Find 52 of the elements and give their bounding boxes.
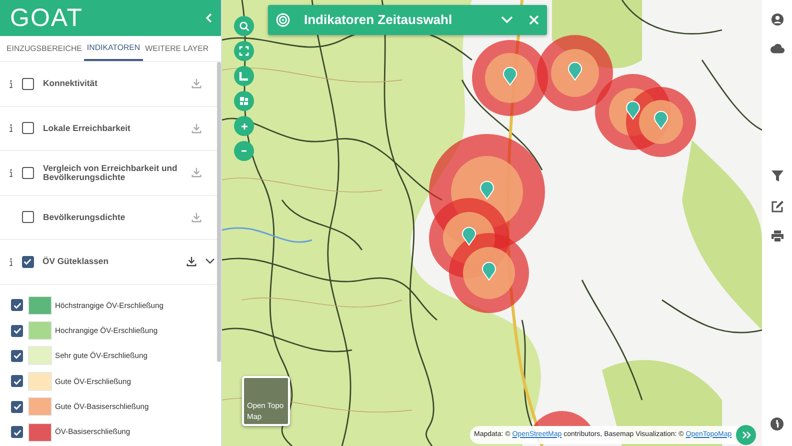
fullscreen-button[interactable]: [234, 41, 254, 61]
map-pin[interactable]: [503, 66, 517, 86]
checkbox[interactable]: [11, 426, 23, 438]
layer-label: Bevölkerungsdichte: [43, 212, 126, 222]
edit-icon[interactable]: [769, 198, 785, 214]
catchment-area[interactable]: [626, 87, 696, 157]
map-pin[interactable]: [462, 226, 476, 246]
checkbox[interactable]: [11, 299, 23, 312]
layer-label: Konnektivität: [43, 79, 98, 88]
layer-label: Vergleich von Erreichbarkeit und Bevölkerungsdichte: [43, 164, 178, 182]
double-chevron-icon[interactable]: [742, 431, 750, 440]
checkbox[interactable]: [11, 324, 23, 337]
filter-icon[interactable]: [769, 168, 785, 184]
map-pin[interactable]: [626, 100, 640, 120]
grid-icon[interactable]: [239, 96, 249, 106]
fullscreen-icon[interactable]: [239, 46, 249, 56]
search-icon[interactable]: [238, 20, 250, 32]
checkbox[interactable]: [22, 78, 34, 90]
download-icon[interactable]: [186, 256, 197, 268]
checkbox[interactable]: [11, 400, 23, 413]
panel-title: Indikatoren Zeitauswahl: [304, 11, 454, 30]
map-pin[interactable]: [482, 262, 496, 280]
catchment-area[interactable]: [449, 233, 529, 313]
map-pin[interactable]: [654, 110, 668, 130]
checkbox[interactable]: [22, 166, 34, 179]
catchment-area[interactable]: [533, 411, 591, 426]
zoom-in-button[interactable]: [234, 116, 254, 136]
map-pin[interactable]: [480, 180, 494, 200]
user-icon[interactable]: [769, 11, 785, 27]
checkbox[interactable]: [22, 256, 34, 268]
app-logo: GOAT: [10, 6, 83, 30]
checkbox[interactable]: [22, 122, 34, 134]
layer-label: ÖV Güteklassen: [42, 257, 110, 266]
print-icon[interactable]: [769, 228, 785, 244]
search-button[interactable]: [234, 16, 254, 36]
checkbox[interactable]: [22, 211, 34, 224]
ruler-icon[interactable]: [239, 71, 249, 81]
target-icon: [276, 13, 290, 27]
checkbox[interactable]: [11, 350, 23, 362]
layers-button[interactable]: [234, 91, 254, 111]
close-button[interactable]: [529, 15, 539, 25]
map-pin[interactable]: [568, 62, 582, 80]
chevron-down-icon[interactable]: [205, 258, 215, 266]
ruler-button[interactable]: [234, 66, 254, 86]
checkbox[interactable]: [11, 375, 23, 388]
layer-label: Lokale Erreichbarkeit: [43, 124, 132, 133]
scrollbar[interactable]: [217, 62, 221, 362]
info-icon[interactable]: [769, 416, 785, 432]
plus-icon[interactable]: [240, 122, 248, 130]
chevron-left-icon[interactable]: [205, 12, 213, 23]
zoom-out-button[interactable]: [234, 141, 254, 161]
minus-icon[interactable]: [241, 150, 247, 152]
